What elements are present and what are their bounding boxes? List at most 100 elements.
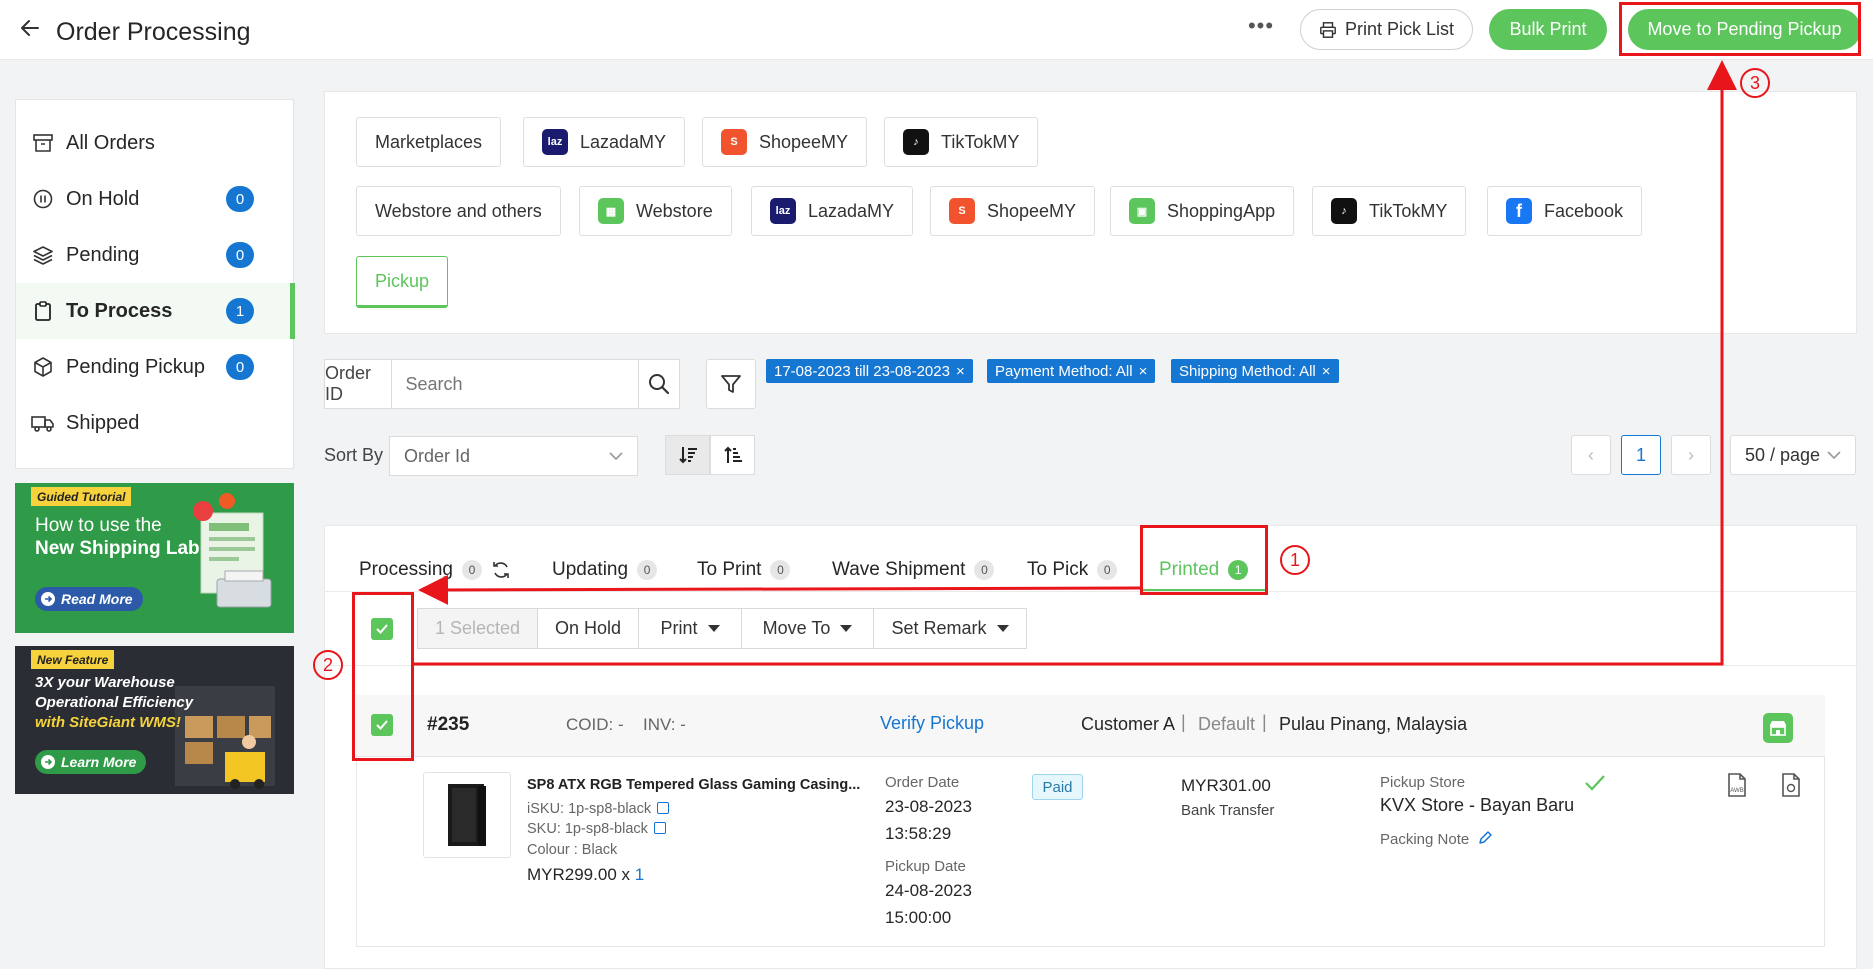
tab-to-print[interactable]: To Print 0 (697, 558, 791, 582)
order-search-group: Order ID (324, 359, 680, 409)
learn-more-button[interactable]: Learn More (35, 750, 147, 774)
shipping-method-filter-tag[interactable]: Shipping Method: All × (1171, 359, 1339, 383)
layers-icon (30, 242, 56, 268)
verify-pickup-link[interactable]: Verify Pickup (880, 713, 984, 734)
sidebar-item-all-orders[interactable]: All Orders (16, 115, 295, 171)
invoice-document-icon[interactable] (1779, 772, 1803, 798)
tab-count: 0 (1097, 560, 1118, 580)
shopping-app-icon: ▣ (1129, 198, 1155, 224)
tab-wave-shipment[interactable]: Wave Shipment 0 (832, 558, 995, 582)
sort-ascending-button[interactable] (710, 435, 755, 475)
sidebar-item-on-hold[interactable]: On Hold 0 (16, 171, 295, 227)
order-date: 23-08-2023 (885, 797, 972, 816)
pickup-date: 24-08-2023 (885, 881, 972, 900)
awb-document-icon[interactable]: AWB (1725, 772, 1749, 798)
channel-shopee-my[interactable]: S ShopeeMY (702, 117, 868, 167)
sort-by-select[interactable]: Order Id (389, 436, 638, 476)
edit-pencil-icon[interactable] (1477, 830, 1493, 846)
sidebar-item-label: To Process (66, 299, 173, 322)
search-button[interactable] (637, 360, 679, 408)
channel-pickup[interactable]: Pickup (356, 256, 449, 308)
selected-count: 1 Selected (418, 609, 538, 648)
set-remark-dropdown-button[interactable]: Set Remark (874, 609, 1026, 648)
channel-webstore[interactable]: ▦ Webstore (579, 186, 732, 236)
sidebar-item-shipped[interactable]: Shipped (16, 395, 295, 451)
page-title: Order Processing (56, 18, 251, 46)
customer-location: Pulau Pinang, Malaysia (1279, 714, 1468, 734)
svg-text:AWB: AWB (1730, 788, 1743, 794)
new-feature-banner[interactable]: New Feature 3X your Warehouse Operationa… (15, 646, 294, 794)
truck-icon (30, 410, 56, 436)
banner-line: 3X your Warehouse (35, 674, 175, 691)
banner-tag: New Feature (31, 650, 115, 669)
next-page-button[interactable]: › (1671, 435, 1711, 475)
facebook-icon: f (1506, 198, 1532, 224)
copy-icon[interactable] (653, 822, 666, 834)
back-arrow-icon[interactable] (18, 16, 42, 40)
channel-shopping-app[interactable]: ▣ ShoppingApp (1110, 186, 1295, 236)
separator: | (1181, 712, 1186, 732)
tab-count: 0 (770, 560, 791, 580)
print-pick-list-button[interactable]: Print Pick List (1300, 9, 1473, 50)
order-id[interactable]: #235 (427, 714, 469, 736)
count-badge: 1 (226, 298, 254, 324)
packing-note[interactable]: Packing Note (1380, 830, 1493, 848)
search-field-select[interactable]: Order ID (325, 360, 392, 408)
payment-method-filter-tag[interactable]: Payment Method: All × (987, 359, 1156, 383)
page-number-button[interactable]: 1 (1621, 435, 1661, 475)
unit-price: MYR299.00 x (527, 865, 630, 884)
on-hold-button[interactable]: On Hold (538, 609, 639, 648)
product-variant: Colour : Black (527, 842, 618, 858)
coid: COID: - (566, 715, 624, 734)
channel-lazada-my[interactable]: laz LazadaMY (523, 117, 686, 167)
product-thumbnail[interactable] (423, 772, 511, 858)
close-icon[interactable]: × (1139, 363, 1148, 380)
channel-tiktok-my-2[interactable]: ♪ TikTokMY (1312, 186, 1467, 236)
separator: | (1262, 712, 1267, 732)
channel-webstore-and-others[interactable]: Webstore and others (356, 186, 561, 236)
product-sku: SKU: 1p-sp8-black (527, 821, 666, 837)
print-pick-list-label: Print Pick List (1344, 19, 1455, 39)
product-name[interactable]: SP8 ATX RGB Tempered Glass Gaming Casing… (527, 777, 860, 793)
guided-tutorial-banner[interactable]: Guided Tutorial How to use the New Shipp… (15, 483, 294, 633)
per-page-select[interactable]: 50 / page (1730, 435, 1856, 475)
filter-button[interactable] (706, 359, 756, 409)
refresh-icon[interactable] (491, 560, 511, 580)
search-input[interactable] (391, 360, 638, 408)
sidebar-item-pending-pickup[interactable]: Pending Pickup 0 (16, 339, 295, 395)
channel-facebook[interactable]: f Facebook (1487, 186, 1643, 236)
close-icon[interactable]: × (1322, 363, 1331, 380)
chip-label: Marketplaces (375, 131, 483, 152)
tag-label: 17-08-2023 till 23-08-2023 (774, 362, 950, 380)
date-range-filter-tag[interactable]: 17-08-2023 till 23-08-2023 × (766, 359, 973, 383)
channel-tiktok-my[interactable]: ♪ TikTokMY (884, 117, 1039, 167)
print-dropdown-button[interactable]: Print (639, 609, 742, 648)
sort-descending-button[interactable] (665, 435, 710, 475)
sidebar-item-label: Shipped (66, 411, 140, 434)
tiktok-icon: ♪ (903, 129, 929, 155)
tiktok-icon: ♪ (1331, 198, 1357, 224)
sidebar-item-pending[interactable]: Pending 0 (16, 227, 295, 283)
tab-label: Updating (552, 559, 629, 580)
move-to-dropdown-button[interactable]: Move To (742, 609, 874, 648)
channel-shopee-my-2[interactable]: S ShopeeMY (930, 186, 1096, 236)
bulk-print-button[interactable]: Bulk Print (1489, 9, 1607, 50)
channel-lazada-my-2[interactable]: laz LazadaMY (751, 186, 914, 236)
copy-icon[interactable] (657, 802, 670, 814)
tab-processing[interactable]: Processing 0 (359, 558, 511, 582)
channel-marketplaces[interactable]: Marketplaces (356, 117, 502, 167)
sidebar-item-to-process[interactable]: To Process 1 (16, 283, 295, 339)
sort-selected-value: Order Id (404, 445, 471, 466)
sort-descending-icon (678, 447, 697, 464)
set-remark-label: Set Remark (891, 618, 987, 638)
previous-page-button[interactable]: ‹ (1571, 435, 1611, 475)
close-icon[interactable]: × (956, 363, 965, 380)
sidebar-item-label: Pending Pickup (66, 355, 205, 378)
annotation-box-move-button (1619, 2, 1861, 56)
tab-updating[interactable]: Updating 0 (552, 558, 658, 582)
read-more-label: Read More (61, 591, 133, 607)
search-icon (648, 374, 669, 395)
read-more-button[interactable]: Read More (35, 587, 143, 611)
tab-to-pick[interactable]: To Pick 0 (1027, 558, 1118, 582)
more-options-icon[interactable]: ••• (1246, 14, 1276, 44)
